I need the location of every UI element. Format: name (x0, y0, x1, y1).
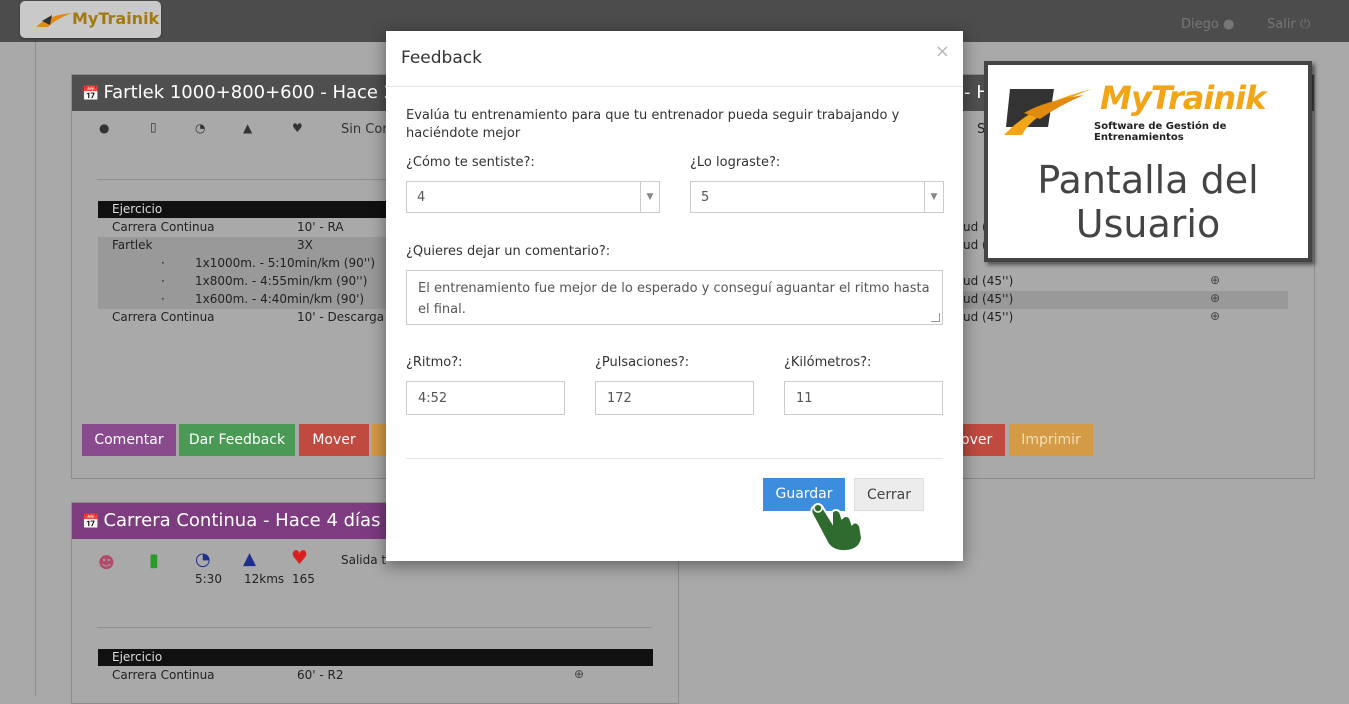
feeling-select[interactable]: 4 ▼ (406, 181, 660, 213)
workout-meta-text: Salida t (341, 553, 387, 567)
feedback-intro: Evalúa tu entrenamiento para que tu entr… (406, 108, 900, 141)
resize-handle-icon[interactable] (931, 313, 940, 322)
exercise-value: 10' - Descarga (297, 310, 385, 324)
print-button[interactable] (372, 424, 386, 456)
workout-title: Carrera Continua - Hace 4 días - 11 (103, 510, 422, 531)
pulse-label: ¿Pulsaciones?: (595, 355, 690, 370)
pace-input[interactable]: 4:52 (406, 381, 565, 415)
bullet: · (161, 274, 165, 288)
pulse-input[interactable]: 172 (595, 381, 754, 415)
exercise-name: Fartlek (112, 238, 153, 252)
heart-rate-stat: 165 (292, 572, 315, 586)
feeling-label: ¿Cómo te sentiste?: (406, 155, 535, 170)
brand-title-line1: Pantalla del (1037, 158, 1259, 202)
logout-link[interactable]: Salir ⏻ (1267, 17, 1310, 32)
calendar-icon: 📅 (82, 514, 100, 530)
km-input[interactable]: 11 (784, 381, 943, 415)
feeling-value: 4 (417, 190, 426, 205)
modal-title: Feedback (401, 48, 482, 68)
brand-tagline: Software de Gestión de Entrenamientos (1094, 121, 1227, 143)
feedback-modal: Feedback × Evalúa tu entrenamiento para … (386, 31, 963, 561)
user-name: Diego (1181, 17, 1219, 32)
interval-detail: 1x1000m. - 5:10min/km (90'') (195, 256, 376, 270)
modal-footer-divider (406, 458, 943, 459)
row-fragment: ud (45'') (963, 274, 1014, 288)
user-menu[interactable]: Diego ● (1181, 17, 1234, 32)
give-feedback-button[interactable]: Dar Feedback (179, 424, 295, 456)
exercise-name: Carrera Continua (112, 220, 215, 234)
app-logo-text: MyTrainik (72, 9, 160, 28)
brand-name: MyTrainik (1100, 79, 1266, 117)
bullet: · (161, 256, 165, 270)
modal-header-divider (386, 86, 963, 87)
timeline-line (35, 42, 36, 696)
pace-label: ¿Ritmo?: (406, 355, 463, 370)
home-logo-button[interactable]: MyTrainik (20, 1, 161, 38)
user-icon: ● (1222, 17, 1235, 32)
chevron-down-icon: ▼ (640, 182, 659, 212)
exercise-table-header: Ejercicio (98, 201, 412, 218)
move-button-right[interactable]: over (961, 424, 1005, 456)
heart-icon: ♥ (292, 121, 303, 135)
exercise-table-header: Ejercicio (98, 649, 653, 666)
exercise-name: Carrera Continua (112, 668, 215, 682)
exercise-value: 10' - RA (297, 220, 344, 234)
battery-icon: ▯ (150, 120, 157, 134)
row-fragment: ud (45'') (963, 292, 1014, 306)
zoom-in-icon[interactable]: ⊕ (1210, 273, 1220, 287)
brand-card: MyTrainik Software de Gestión de Entrena… (984, 61, 1312, 262)
road-icon: ▲ (243, 549, 257, 569)
km-value: 11 (796, 391, 813, 406)
comment-button[interactable]: Comentar (82, 424, 176, 456)
distance-stat: 12kms (244, 572, 285, 586)
km-label: ¿Kilómetros?: (784, 355, 872, 370)
achieved-value: 5 (701, 190, 710, 205)
move-button[interactable]: Mover (299, 424, 369, 456)
exercise-value: 3X (297, 238, 313, 252)
divider (97, 627, 652, 628)
power-icon: ⏻ (1299, 17, 1311, 32)
road-icon: ▲ (243, 121, 253, 135)
achieved-label: ¿Lo lograste?: (690, 155, 781, 170)
exercise-value: 60' - R2 (297, 668, 344, 682)
speedometer-icon: ◔ (195, 549, 211, 570)
pace-value: 4:52 (418, 391, 448, 406)
comment-textarea[interactable]: El entrenamiento fue mejor de lo esperad… (406, 270, 943, 325)
interval-detail: 1x600m. - 4:40min/km (90') (195, 292, 365, 306)
close-icon[interactable]: × (935, 41, 950, 62)
brand-title-line2: Usuario (1075, 202, 1221, 246)
smile-icon: ● (99, 121, 110, 135)
smile-icon: ☻ (98, 553, 115, 572)
heart-icon: ♥ (291, 547, 309, 569)
comment-value: El entrenamiento fue mejor de lo esperad… (418, 281, 930, 317)
mytrainik-logo-icon (36, 13, 72, 27)
comment-label: ¿Quieres dejar un comentario?: (406, 244, 611, 259)
bullet: · (161, 292, 165, 306)
speedometer-icon: ◔ (195, 121, 206, 135)
achieved-select[interactable]: 5 ▼ (690, 181, 944, 213)
battery-icon: ▮ (149, 550, 159, 571)
zoom-in-icon[interactable]: ⊕ (574, 667, 584, 681)
mytrainik-logo-icon (1004, 89, 1092, 135)
zoom-in-icon[interactable]: ⊕ (1210, 291, 1220, 305)
chevron-down-icon: ▼ (924, 182, 943, 212)
divider (97, 179, 397, 180)
calendar-icon: 📅 (82, 86, 100, 102)
interval-detail: 1x800m. - 4:55min/km (90'') (195, 274, 368, 288)
row-fragment: ud (45'') (963, 310, 1014, 324)
pointing-hand-icon (810, 503, 864, 552)
print-button-right[interactable]: Imprimir (1009, 424, 1093, 456)
pace-stat: 5:30 (195, 572, 222, 586)
exercise-name: Carrera Continua (112, 310, 215, 324)
zoom-in-icon[interactable]: ⊕ (1210, 309, 1220, 323)
pulse-value: 172 (607, 391, 632, 406)
logout-label: Salir (1267, 17, 1296, 32)
